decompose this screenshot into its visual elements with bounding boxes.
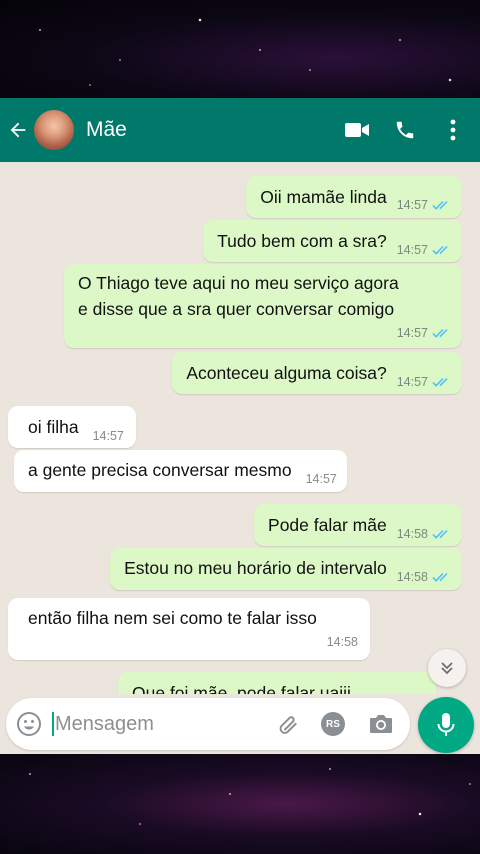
message-list[interactable]: Oii mamãe linda 14:57 Tudo bem com a sra… xyxy=(0,162,480,694)
message-bubble-incoming[interactable]: então filha nem sei como te falar isso 1… xyxy=(8,598,370,660)
scroll-to-bottom-button[interactable] xyxy=(428,649,466,687)
message-bubble-outgoing[interactable]: Que foi mãe, pode falar uaiii xyxy=(118,672,436,694)
message-bubble-incoming[interactable]: oi filha 14:57 xyxy=(8,406,136,448)
message-input-bar[interactable]: Mensagem RS xyxy=(6,698,410,750)
video-call-icon[interactable] xyxy=(344,117,370,143)
message-time: 14:57 xyxy=(396,326,428,340)
rs-badge-icon: RS xyxy=(321,712,345,736)
message-bubble-incoming[interactable]: a gente precisa conversar mesmo 14:57 xyxy=(14,450,347,492)
message-time: 14:57 xyxy=(305,472,337,486)
read-receipt-icon xyxy=(432,245,448,255)
contact-name[interactable]: Mãe xyxy=(86,118,344,142)
message-text: Pode falar mãe xyxy=(268,515,387,535)
more-options-icon[interactable] xyxy=(440,117,466,143)
message-text: Aconteceu alguma coisa? xyxy=(186,363,387,383)
read-receipt-icon xyxy=(432,200,448,210)
attachment-clip-icon[interactable] xyxy=(274,709,304,739)
message-bubble-outgoing[interactable]: Tudo bem com a sra? 14:57 xyxy=(203,220,462,262)
double-chevron-down-icon xyxy=(441,662,453,675)
message-bubble-outgoing[interactable]: Estou no meu horário de intervalo 14:58 xyxy=(110,548,462,590)
avatar[interactable] xyxy=(34,110,74,150)
message-bubble-outgoing[interactable]: Aconteceu alguma coisa? 14:57 xyxy=(172,352,462,394)
message-time: 14:57 xyxy=(396,242,428,257)
message-time: 14:57 xyxy=(396,374,428,389)
message-input[interactable]: Mensagem xyxy=(52,712,274,736)
message-time: 14:58 xyxy=(326,635,358,649)
message-time: 14:58 xyxy=(396,526,428,541)
message-bubble-outgoing[interactable]: Oii mamãe linda 14:57 xyxy=(246,176,462,218)
message-text: Oii mamãe linda xyxy=(260,187,387,207)
message-bubble-outgoing[interactable]: Pode falar mãe 14:58 xyxy=(254,504,462,546)
microphone-icon xyxy=(437,713,455,736)
message-input-placeholder: Mensagem xyxy=(55,712,154,735)
message-text: oi filha xyxy=(28,417,79,437)
chat-header: Mãe xyxy=(0,98,480,162)
voice-call-icon[interactable] xyxy=(392,117,418,143)
read-receipt-icon xyxy=(432,328,448,338)
message-text: então filha nem sei como te falar isso xyxy=(28,608,317,628)
message-time: 14:58 xyxy=(396,570,428,584)
read-receipt-icon xyxy=(432,529,448,539)
microphone-button[interactable] xyxy=(418,697,474,753)
read-receipt-icon xyxy=(432,377,448,387)
background-top xyxy=(0,0,480,98)
message-text: a gente precisa conversar mesmo xyxy=(28,460,292,480)
message-text: O Thiago teve aqui no meu serviço agora … xyxy=(78,273,399,319)
message-text: Tudo bem com a sra? xyxy=(217,231,387,251)
back-arrow-icon[interactable] xyxy=(4,119,32,141)
message-text: Estou no meu horário de intervalo xyxy=(124,558,387,578)
rs-payment-button[interactable]: RS xyxy=(318,709,348,739)
message-time: 14:57 xyxy=(396,198,428,212)
message-composer: Mensagem RS xyxy=(0,694,480,754)
message-bubble-outgoing[interactable]: O Thiago teve aqui no meu serviço agora … xyxy=(64,264,462,348)
emoji-icon[interactable] xyxy=(14,709,44,739)
read-receipt-icon xyxy=(432,572,448,582)
camera-icon[interactable] xyxy=(366,709,396,739)
text-caret xyxy=(52,712,54,736)
message-text: Que foi mãe, pode falar uaiii xyxy=(132,683,351,694)
message-time: 14:57 xyxy=(92,428,124,443)
background-bottom xyxy=(0,754,480,854)
